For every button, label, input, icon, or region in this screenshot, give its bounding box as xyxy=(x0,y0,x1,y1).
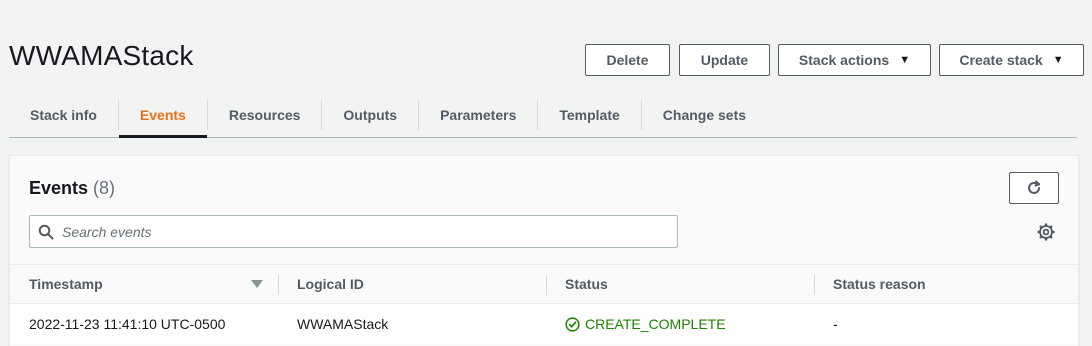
stack-actions-label: Stack actions xyxy=(798,52,890,68)
column-header-timestamp[interactable]: Timestamp xyxy=(29,265,103,303)
refresh-icon xyxy=(1028,180,1041,194)
column-header-logical-id[interactable]: Logical ID xyxy=(297,265,364,303)
column-divider xyxy=(278,275,279,295)
create-stack-label: Create stack xyxy=(959,52,1043,68)
tab-events[interactable]: Events xyxy=(118,92,207,138)
success-check-icon xyxy=(565,316,580,332)
sort-down-icon[interactable] xyxy=(251,280,263,288)
update-button[interactable]: Update xyxy=(679,44,770,76)
search-events-input[interactable] xyxy=(62,223,652,240)
tab-label: Resources xyxy=(228,106,301,123)
tab-label: Events xyxy=(139,106,186,123)
cell-timestamp: 2022-11-23 11:41:10 UTC-0500 xyxy=(29,316,226,332)
column-divider xyxy=(546,275,547,295)
page-header: WWAMAStack Delete Update Stack actions ▼… xyxy=(0,0,1092,90)
tab-parameters[interactable]: Parameters xyxy=(419,92,537,137)
status-text: CREATE_COMPLETE xyxy=(585,316,726,332)
tab-label: Outputs xyxy=(343,106,398,123)
tab-stack-info[interactable]: Stack info xyxy=(9,92,118,137)
tab-label: Change sets xyxy=(662,106,747,123)
tab-label: Parameters xyxy=(440,106,517,123)
update-button-label: Update xyxy=(700,52,749,68)
page-title: WWAMAStack xyxy=(9,40,194,71)
stack-tabs: Stack info Events Resources Outputs Para… xyxy=(9,92,1077,138)
events-panel: Events (8) Timest xyxy=(9,155,1079,346)
cell-status: CREATE_COMPLETE xyxy=(565,304,726,344)
cell-status-reason: - xyxy=(833,316,838,332)
tab-resources[interactable]: Resources xyxy=(208,92,322,137)
stack-actions-button[interactable]: Stack actions ▼ xyxy=(778,44,931,76)
settings-gear-icon[interactable] xyxy=(1037,223,1055,241)
tab-label: Template xyxy=(559,106,620,123)
tab-label: Stack info xyxy=(30,106,97,123)
column-header-status[interactable]: Status xyxy=(565,265,608,303)
table-header: Timestamp Logical ID Status Status reaso… xyxy=(10,264,1078,304)
caret-down-icon: ▼ xyxy=(899,54,911,66)
table-row[interactable]: 2022-11-23 11:41:10 UTC-0500 WWAMAStack … xyxy=(10,304,1078,344)
column-header-status-reason[interactable]: Status reason xyxy=(833,265,926,303)
events-title: Events xyxy=(29,178,89,198)
cell-logical-id: WWAMAStack xyxy=(297,316,389,332)
tab-change-sets[interactable]: Change sets xyxy=(642,92,767,137)
search-box xyxy=(29,215,678,248)
refresh-button[interactable] xyxy=(1009,172,1059,204)
delete-button-label: Delete xyxy=(606,52,649,68)
caret-down-icon: ▼ xyxy=(1052,54,1064,66)
events-heading: Events (8) xyxy=(29,178,115,199)
delete-button[interactable]: Delete xyxy=(585,44,670,76)
tab-template[interactable]: Template xyxy=(538,92,640,137)
search-icon xyxy=(38,224,54,240)
column-divider xyxy=(814,275,815,295)
tab-outputs[interactable]: Outputs xyxy=(322,92,418,137)
events-count: (8) xyxy=(93,178,116,198)
create-stack-button[interactable]: Create stack ▼ xyxy=(939,44,1084,76)
